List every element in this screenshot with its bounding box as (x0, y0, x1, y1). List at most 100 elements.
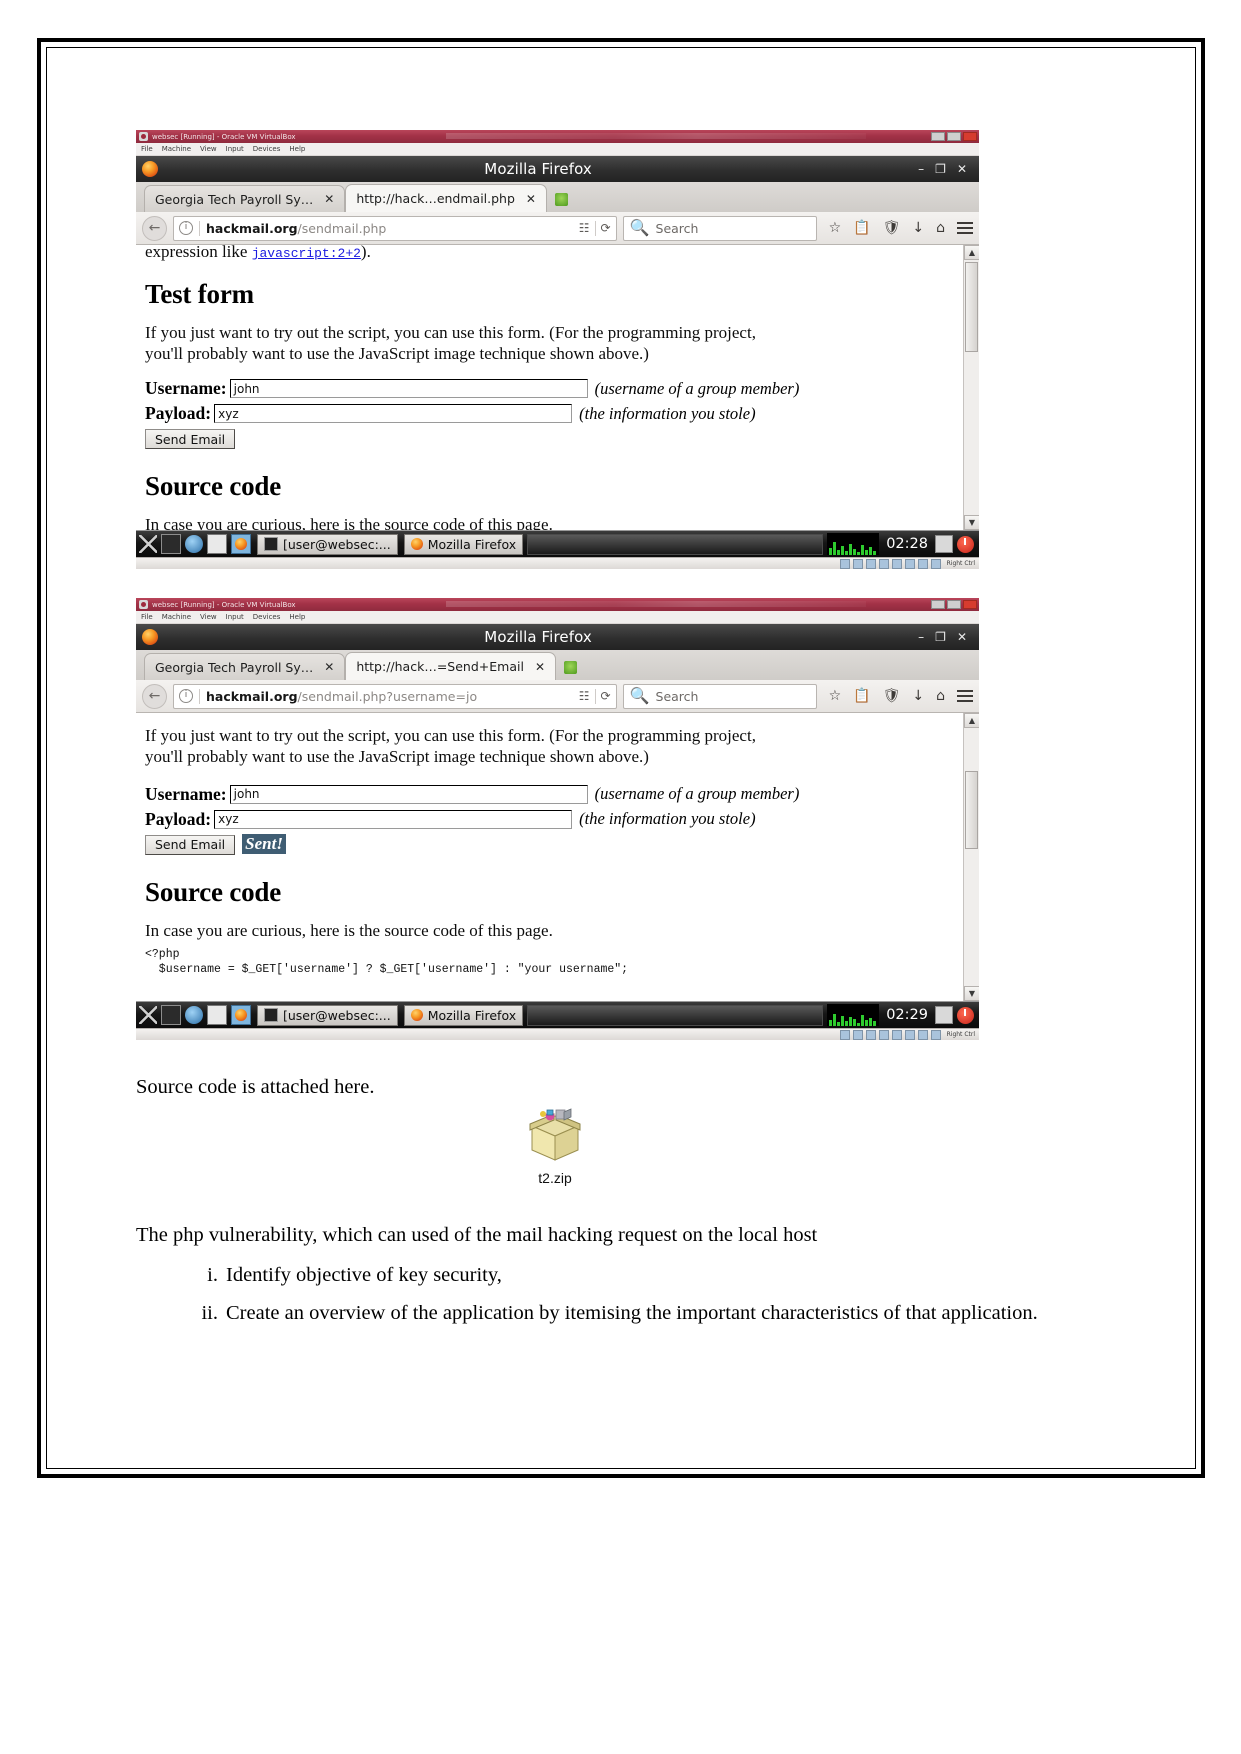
back-button[interactable]: ← (142, 215, 167, 241)
browser-tab-sendmail[interactable]: http://hack…endmail.php ✕ (345, 184, 547, 212)
menu-icon[interactable] (957, 219, 973, 237)
firefox-close-button[interactable]: ✕ (957, 163, 967, 175)
vm-minimize-button[interactable] (931, 600, 945, 609)
taskbar-item-terminal[interactable]: [user@websec:... (257, 1004, 398, 1026)
files-launcher-icon[interactable] (207, 534, 227, 554)
tab-close-icon[interactable]: ✕ (324, 192, 334, 206)
browser-launcher-icon[interactable] (185, 535, 203, 553)
search-input[interactable]: Search (656, 221, 699, 236)
tab-close-icon[interactable]: ✕ (324, 660, 334, 674)
volume-icon[interactable] (935, 1006, 953, 1024)
new-tab-icon[interactable] (564, 661, 577, 674)
browser-launcher-icon[interactable] (185, 1006, 203, 1024)
taskbar-item-firefox[interactable]: Mozilla Firefox (403, 533, 524, 555)
scroll-up-arrow[interactable]: ▲ (964, 245, 979, 260)
site-info-icon[interactable]: i (179, 221, 193, 235)
show-desktop-icon[interactable] (139, 535, 157, 553)
terminal-launcher-icon[interactable] (161, 1005, 181, 1025)
browser-tab-send-email[interactable]: http://hack…=Send+Email ✕ (345, 652, 556, 680)
shield-icon[interactable]: 🛡 (883, 220, 901, 236)
browser-tab-georgia-tech-payroll[interactable]: Georgia Tech Payroll Sy… ✕ (144, 185, 346, 212)
firefox-window-controls[interactable]: – ❐ ✕ (918, 631, 967, 643)
virtualbox-menubar[interactable]: File Machine View Input Devices Help (136, 143, 979, 156)
show-desktop-icon[interactable] (139, 1006, 157, 1024)
terminal-launcher-icon[interactable] (161, 534, 181, 554)
new-tab-icon[interactable] (554, 193, 568, 206)
scrollbar-thumb[interactable] (965, 262, 978, 352)
firefox-window-controls[interactable]: – ❐ ✕ (918, 163, 967, 175)
home-icon[interactable]: ⌂ (936, 220, 945, 236)
back-button[interactable]: ← (142, 683, 167, 709)
virtualbox-menubar[interactable]: File Machine View Input Devices Help (136, 611, 979, 624)
search-input[interactable]: Search (656, 689, 699, 704)
vm-close-button[interactable] (963, 132, 977, 141)
send-email-button[interactable]: Send Email (145, 834, 236, 855)
reader-view-icon[interactable]: ☷ (579, 221, 590, 235)
taskbar-item-firefox[interactable]: Mozilla Firefox (403, 1004, 524, 1026)
vm-menu-input[interactable]: Input (226, 145, 244, 153)
menu-icon[interactable] (957, 687, 973, 705)
payload-input[interactable]: xyz (214, 404, 573, 424)
firefox-close-button[interactable]: ✕ (957, 631, 967, 643)
scroll-up-arrow[interactable]: ▲ (964, 713, 979, 728)
download-icon[interactable]: ↓ (912, 688, 924, 704)
site-info-icon[interactable]: i (179, 689, 193, 703)
payload-input[interactable]: xyz (214, 809, 573, 829)
tab-close-icon[interactable]: ✕ (535, 660, 545, 674)
vm-menu-input[interactable]: Input (226, 613, 244, 621)
vm-menu-help[interactable]: Help (289, 145, 305, 153)
firefox-maximize-button[interactable]: ❐ (935, 631, 946, 643)
virtualbox-window-controls[interactable] (931, 600, 977, 609)
reload-icon[interactable]: ⟳ (601, 221, 611, 235)
reader-view-icon[interactable]: ☷ (579, 689, 590, 703)
address-bar[interactable]: i hackmail.org/sendmail.php?username=jo … (173, 683, 617, 709)
vm-maximize-button[interactable] (947, 132, 961, 141)
volume-icon[interactable] (935, 535, 953, 553)
home-icon[interactable]: ⌂ (936, 688, 945, 704)
download-icon[interactable]: ↓ (912, 220, 924, 236)
vm-maximize-button[interactable] (947, 600, 961, 609)
power-icon[interactable] (957, 1006, 974, 1024)
address-bar[interactable]: i hackmail.org/sendmail.php ☷ ⟳ (173, 215, 617, 241)
clipboard-icon[interactable]: 📋 (853, 688, 870, 704)
scroll-down-arrow[interactable]: ▼ (964, 515, 979, 530)
scrollbar-thumb[interactable] (965, 771, 978, 849)
vm-menu-view[interactable]: View (200, 145, 217, 153)
vm-menu-machine[interactable]: Machine (162, 613, 191, 621)
vm-menu-file[interactable]: File (141, 613, 153, 621)
vm-menu-help[interactable]: Help (289, 613, 305, 621)
star-icon[interactable]: ☆ (829, 220, 842, 236)
tab-close-icon[interactable]: ✕ (526, 192, 536, 206)
taskbar-item-terminal[interactable]: [user@websec:... (257, 533, 398, 555)
vertical-scrollbar[interactable]: ▲ ▼ (963, 713, 979, 1001)
vm-menu-machine[interactable]: Machine (162, 145, 191, 153)
vertical-scrollbar[interactable]: ▲ ▼ (963, 245, 979, 530)
virtualbox-window-controls[interactable] (931, 132, 977, 141)
shield-icon[interactable]: 🛡 (883, 688, 901, 704)
firefox-launcher-icon[interactable] (231, 534, 251, 554)
vm-close-button[interactable] (963, 600, 977, 609)
username-input[interactable]: john (229, 379, 588, 399)
reload-icon[interactable]: ⟳ (601, 689, 611, 703)
firefox-minimize-button[interactable]: – (918, 631, 924, 643)
star-icon[interactable]: ☆ (829, 688, 842, 704)
vm-menu-devices[interactable]: Devices (253, 613, 281, 621)
username-input[interactable]: john (229, 784, 588, 804)
send-email-button[interactable]: Send Email (145, 429, 236, 450)
firefox-maximize-button[interactable]: ❐ (935, 163, 946, 175)
vm-menu-view[interactable]: View (200, 613, 217, 621)
scroll-down-arrow[interactable]: ▼ (964, 986, 979, 1001)
browser-tab-georgia-tech-payroll[interactable]: Georgia Tech Payroll Sy… ✕ (144, 653, 346, 680)
search-bar[interactable]: 🔍 Search (622, 215, 817, 241)
attachment-zip[interactable]: t2.zip (495, 1108, 615, 1186)
firefox-launcher-icon[interactable] (231, 1005, 251, 1025)
vm-menu-devices[interactable]: Devices (253, 145, 281, 153)
search-bar[interactable]: 🔍 Search (622, 683, 817, 709)
javascript-expression-link[interactable]: javascript:2+2 (252, 246, 361, 261)
clipboard-icon[interactable]: 📋 (853, 220, 870, 236)
power-icon[interactable] (957, 535, 974, 553)
vm-menu-file[interactable]: File (141, 145, 153, 153)
vm-minimize-button[interactable] (931, 132, 945, 141)
firefox-minimize-button[interactable]: – (918, 163, 924, 175)
files-launcher-icon[interactable] (207, 1005, 227, 1025)
